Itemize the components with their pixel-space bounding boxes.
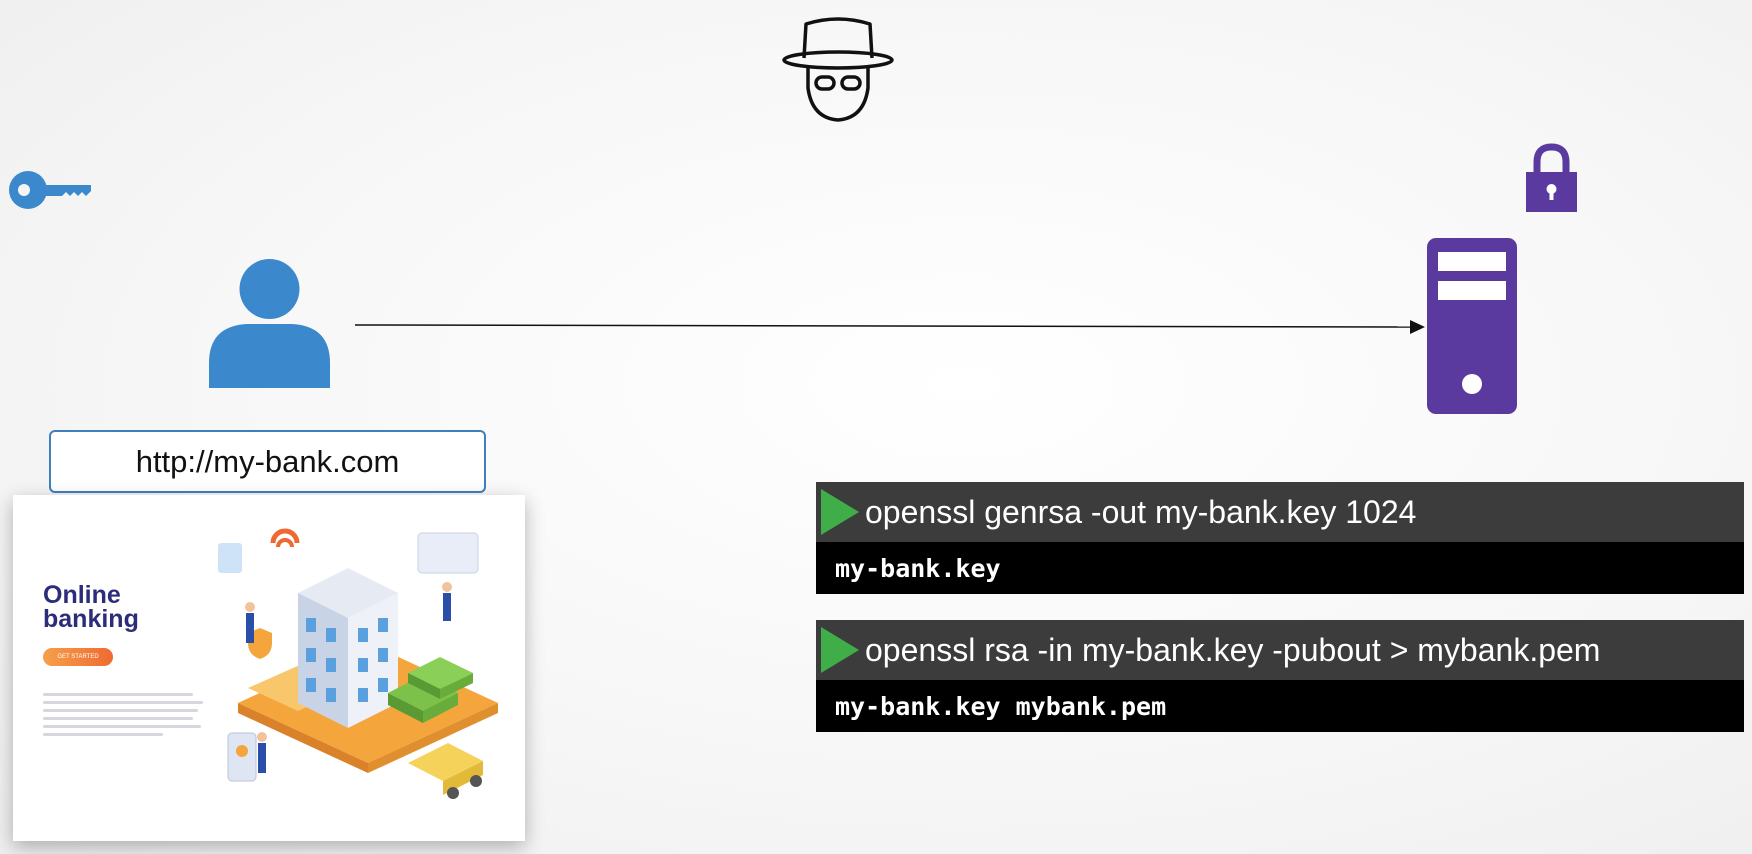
play-icon[interactable]	[821, 489, 859, 535]
get-started-button[interactable]: GET STARTED	[43, 648, 113, 666]
text-line	[43, 693, 193, 696]
play-icon[interactable]	[821, 627, 859, 673]
user-icon	[209, 259, 330, 388]
terminal-command: openssl rsa -in my-bank.key -pubout > my…	[865, 631, 1601, 668]
website-title-line1: Online	[43, 581, 121, 609]
text-line	[43, 725, 201, 728]
terminal-command-bar: openssl rsa -in my-bank.key -pubout > my…	[816, 620, 1744, 680]
banking-illustration	[218, 528, 498, 799]
url-text: http://my-bank.com	[135, 443, 400, 479]
server-icon	[1427, 238, 1517, 414]
terminal-block-genrsa: openssl genrsa -out my-bank.key 1024 my-…	[816, 482, 1744, 594]
lock-icon	[1526, 143, 1577, 212]
website-title: Online banking	[43, 581, 203, 633]
text-line	[43, 733, 163, 736]
text-line	[43, 717, 193, 720]
website-title-line2: banking	[43, 605, 139, 633]
terminal-block-pubout: openssl rsa -in my-bank.key -pubout > my…	[816, 620, 1744, 732]
website-preview: Online banking GET STARTED	[13, 495, 525, 841]
terminal-command-bar: openssl genrsa -out my-bank.key 1024	[816, 482, 1744, 542]
text-line	[43, 709, 198, 712]
terminal-output-text: my-bank.key	[835, 553, 1001, 583]
connection-arrow	[355, 320, 1425, 334]
terminal-command: openssl genrsa -out my-bank.key 1024	[865, 493, 1417, 530]
terminal-output: my-bank.key mybank.pem	[816, 680, 1744, 732]
url-bar[interactable]: http://my-bank.com	[49, 430, 486, 493]
text-line	[43, 701, 203, 704]
hacker-icon	[782, 17, 894, 122]
terminal-output: my-bank.key	[816, 542, 1744, 594]
terminal-output-text: my-bank.key mybank.pem	[835, 691, 1167, 721]
key-icon	[9, 171, 91, 209]
